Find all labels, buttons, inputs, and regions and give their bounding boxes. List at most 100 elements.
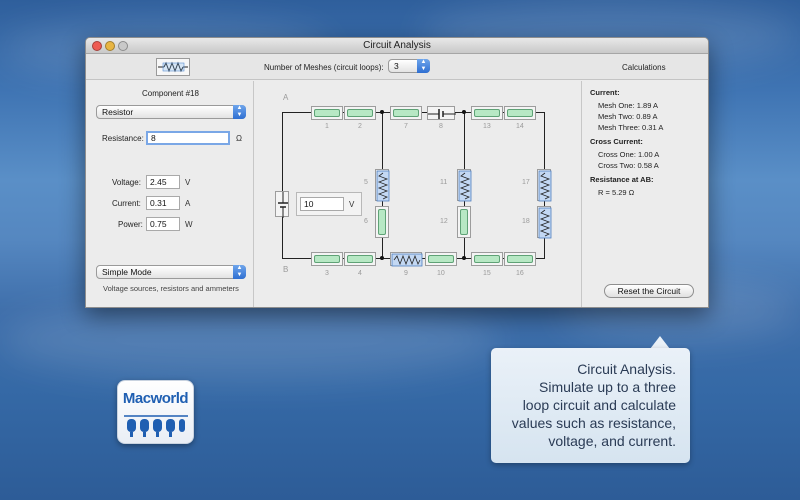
component-inspector: Component #18 Resistor ▲ ▼ Resistance: 8 …	[86, 81, 254, 307]
mode-select[interactable]: Simple Mode ▲ ▼	[96, 265, 246, 279]
component-label: 17	[522, 179, 530, 186]
battery-icon	[278, 192, 288, 218]
junction-dot	[380, 110, 384, 114]
mode-value: Simple Mode	[102, 267, 152, 277]
mesh-two-value: Mesh Two: 0.89 A	[598, 112, 658, 121]
voltage-field[interactable]: 2.45	[146, 175, 180, 189]
component-label: 2	[358, 123, 362, 130]
cross-two-value: Cross Two: 0.58 A	[598, 161, 659, 170]
node-b-label: B	[283, 265, 289, 274]
component-18[interactable]	[537, 206, 552, 239]
component-2[interactable]	[344, 106, 376, 120]
calculations-panel: Current: Mesh One: 1.89 A Mesh Two: 0.89…	[581, 81, 708, 307]
component-label: 13	[483, 123, 491, 130]
voltage-source-icon	[428, 109, 456, 119]
component-type-value: Resistor	[102, 107, 134, 117]
component-17[interactable]	[537, 169, 552, 202]
component-label: 8	[439, 123, 443, 130]
left-wire	[282, 112, 283, 259]
component-15[interactable]	[471, 252, 503, 266]
component-7[interactable]	[390, 106, 422, 120]
mesh-three-value: Mesh Three: 0.31 A	[598, 123, 664, 132]
title-bar: Circuit Analysis	[86, 38, 708, 54]
component-8[interactable]	[427, 106, 456, 120]
component-label: 9	[404, 270, 408, 277]
power-field[interactable]: 0.75	[146, 217, 180, 231]
close-window-button[interactable]	[92, 41, 102, 51]
component-9[interactable]	[390, 252, 423, 267]
junction-dot	[462, 256, 466, 260]
component-6[interactable]	[375, 206, 389, 238]
component-10[interactable]	[425, 252, 457, 266]
component-label: 12	[440, 218, 448, 225]
component-5[interactable]	[375, 169, 390, 202]
cross-one-value: Cross One: 1.00 A	[598, 150, 660, 159]
resistance-ab-value: R = 5.29 Ω	[598, 188, 635, 197]
component-16[interactable]	[504, 252, 536, 266]
component-label: 15	[483, 270, 491, 277]
resistor-icon	[158, 61, 188, 73]
resistance-label: Resistance:	[102, 134, 144, 143]
reset-circuit-button[interactable]: Reset the Circuit	[604, 284, 694, 298]
resistance-ab-heading: Resistance at AB:	[590, 175, 654, 184]
callout-line: loop circuit and calculate	[522, 397, 676, 413]
component-label: 6	[364, 218, 368, 225]
component-label: 3	[325, 270, 329, 277]
power-label: Power:	[118, 220, 143, 229]
component-12[interactable]	[457, 206, 471, 238]
calculations-header: Calculations	[622, 63, 666, 72]
power-unit: W	[185, 220, 193, 229]
voltage-source[interactable]	[275, 191, 289, 218]
source-voltage-input[interactable]: 10	[300, 197, 344, 211]
resistor-tool-button[interactable]	[156, 58, 190, 76]
component-11[interactable]	[457, 169, 472, 202]
component-14[interactable]	[504, 106, 536, 120]
updown-arrows-icon: ▲ ▼	[233, 105, 246, 119]
component-label: 4	[358, 270, 362, 277]
resistor-icon	[538, 207, 552, 239]
component-label: 16	[516, 270, 524, 277]
current-field[interactable]: 0.31	[146, 196, 180, 210]
updown-arrows-icon: ▲ ▼	[233, 265, 246, 279]
component-label: 1	[325, 123, 329, 130]
callout-line: values such as resistance,	[511, 415, 676, 431]
current-unit: A	[185, 199, 191, 208]
feature-callout: Circuit Analysis. Simulate up to a three…	[491, 348, 690, 463]
cross-current-heading: Cross Current:	[590, 137, 643, 146]
mice-icon	[124, 415, 188, 437]
mode-description: Voltage sources, resistors and ammeters	[103, 284, 239, 293]
component-13[interactable]	[471, 106, 503, 120]
updown-arrows-icon: ▲ ▼	[417, 59, 430, 73]
component-label: 7	[404, 123, 408, 130]
background-cloud	[0, 300, 500, 380]
current-heading: Current:	[590, 88, 620, 97]
circuit-canvas[interactable]: A B 1 2 7 8 13 14 3 4 9 10 15 16 5 6 11 …	[254, 81, 581, 307]
component-3[interactable]	[311, 252, 343, 266]
meshes-label: Number of Meshes (circuit loops):	[264, 63, 384, 72]
resistor-icon	[458, 170, 472, 202]
zoom-window-button[interactable]	[118, 41, 128, 51]
resistor-icon	[376, 170, 390, 202]
resistance-input[interactable]: 8	[146, 131, 230, 145]
callout-line: Circuit Analysis.	[577, 361, 676, 377]
component-4[interactable]	[344, 252, 376, 266]
meshes-select[interactable]: 3 ▲ ▼	[388, 59, 430, 73]
toolbar: Number of Meshes (circuit loops): 3 ▲ ▼ C…	[86, 54, 708, 80]
junction-dot	[462, 110, 466, 114]
current-label: Current:	[112, 199, 141, 208]
component-title: Component #18	[142, 89, 199, 98]
source-value-box: 10 V	[296, 192, 362, 216]
component-type-select[interactable]: Resistor ▲ ▼	[96, 105, 246, 119]
component-label: 18	[522, 218, 530, 225]
component-label: 14	[516, 123, 524, 130]
component-1[interactable]	[311, 106, 343, 120]
resistance-unit: Ω	[236, 134, 242, 143]
macworld-badge: Macworld	[117, 380, 194, 444]
junction-dot	[380, 256, 384, 260]
component-label: 5	[364, 179, 368, 186]
voltage-unit: V	[185, 178, 191, 187]
component-label: 11	[440, 179, 448, 186]
meshes-value: 3	[394, 61, 399, 71]
minimize-window-button[interactable]	[105, 41, 115, 51]
mesh-one-value: Mesh One: 1.89 A	[598, 101, 659, 110]
